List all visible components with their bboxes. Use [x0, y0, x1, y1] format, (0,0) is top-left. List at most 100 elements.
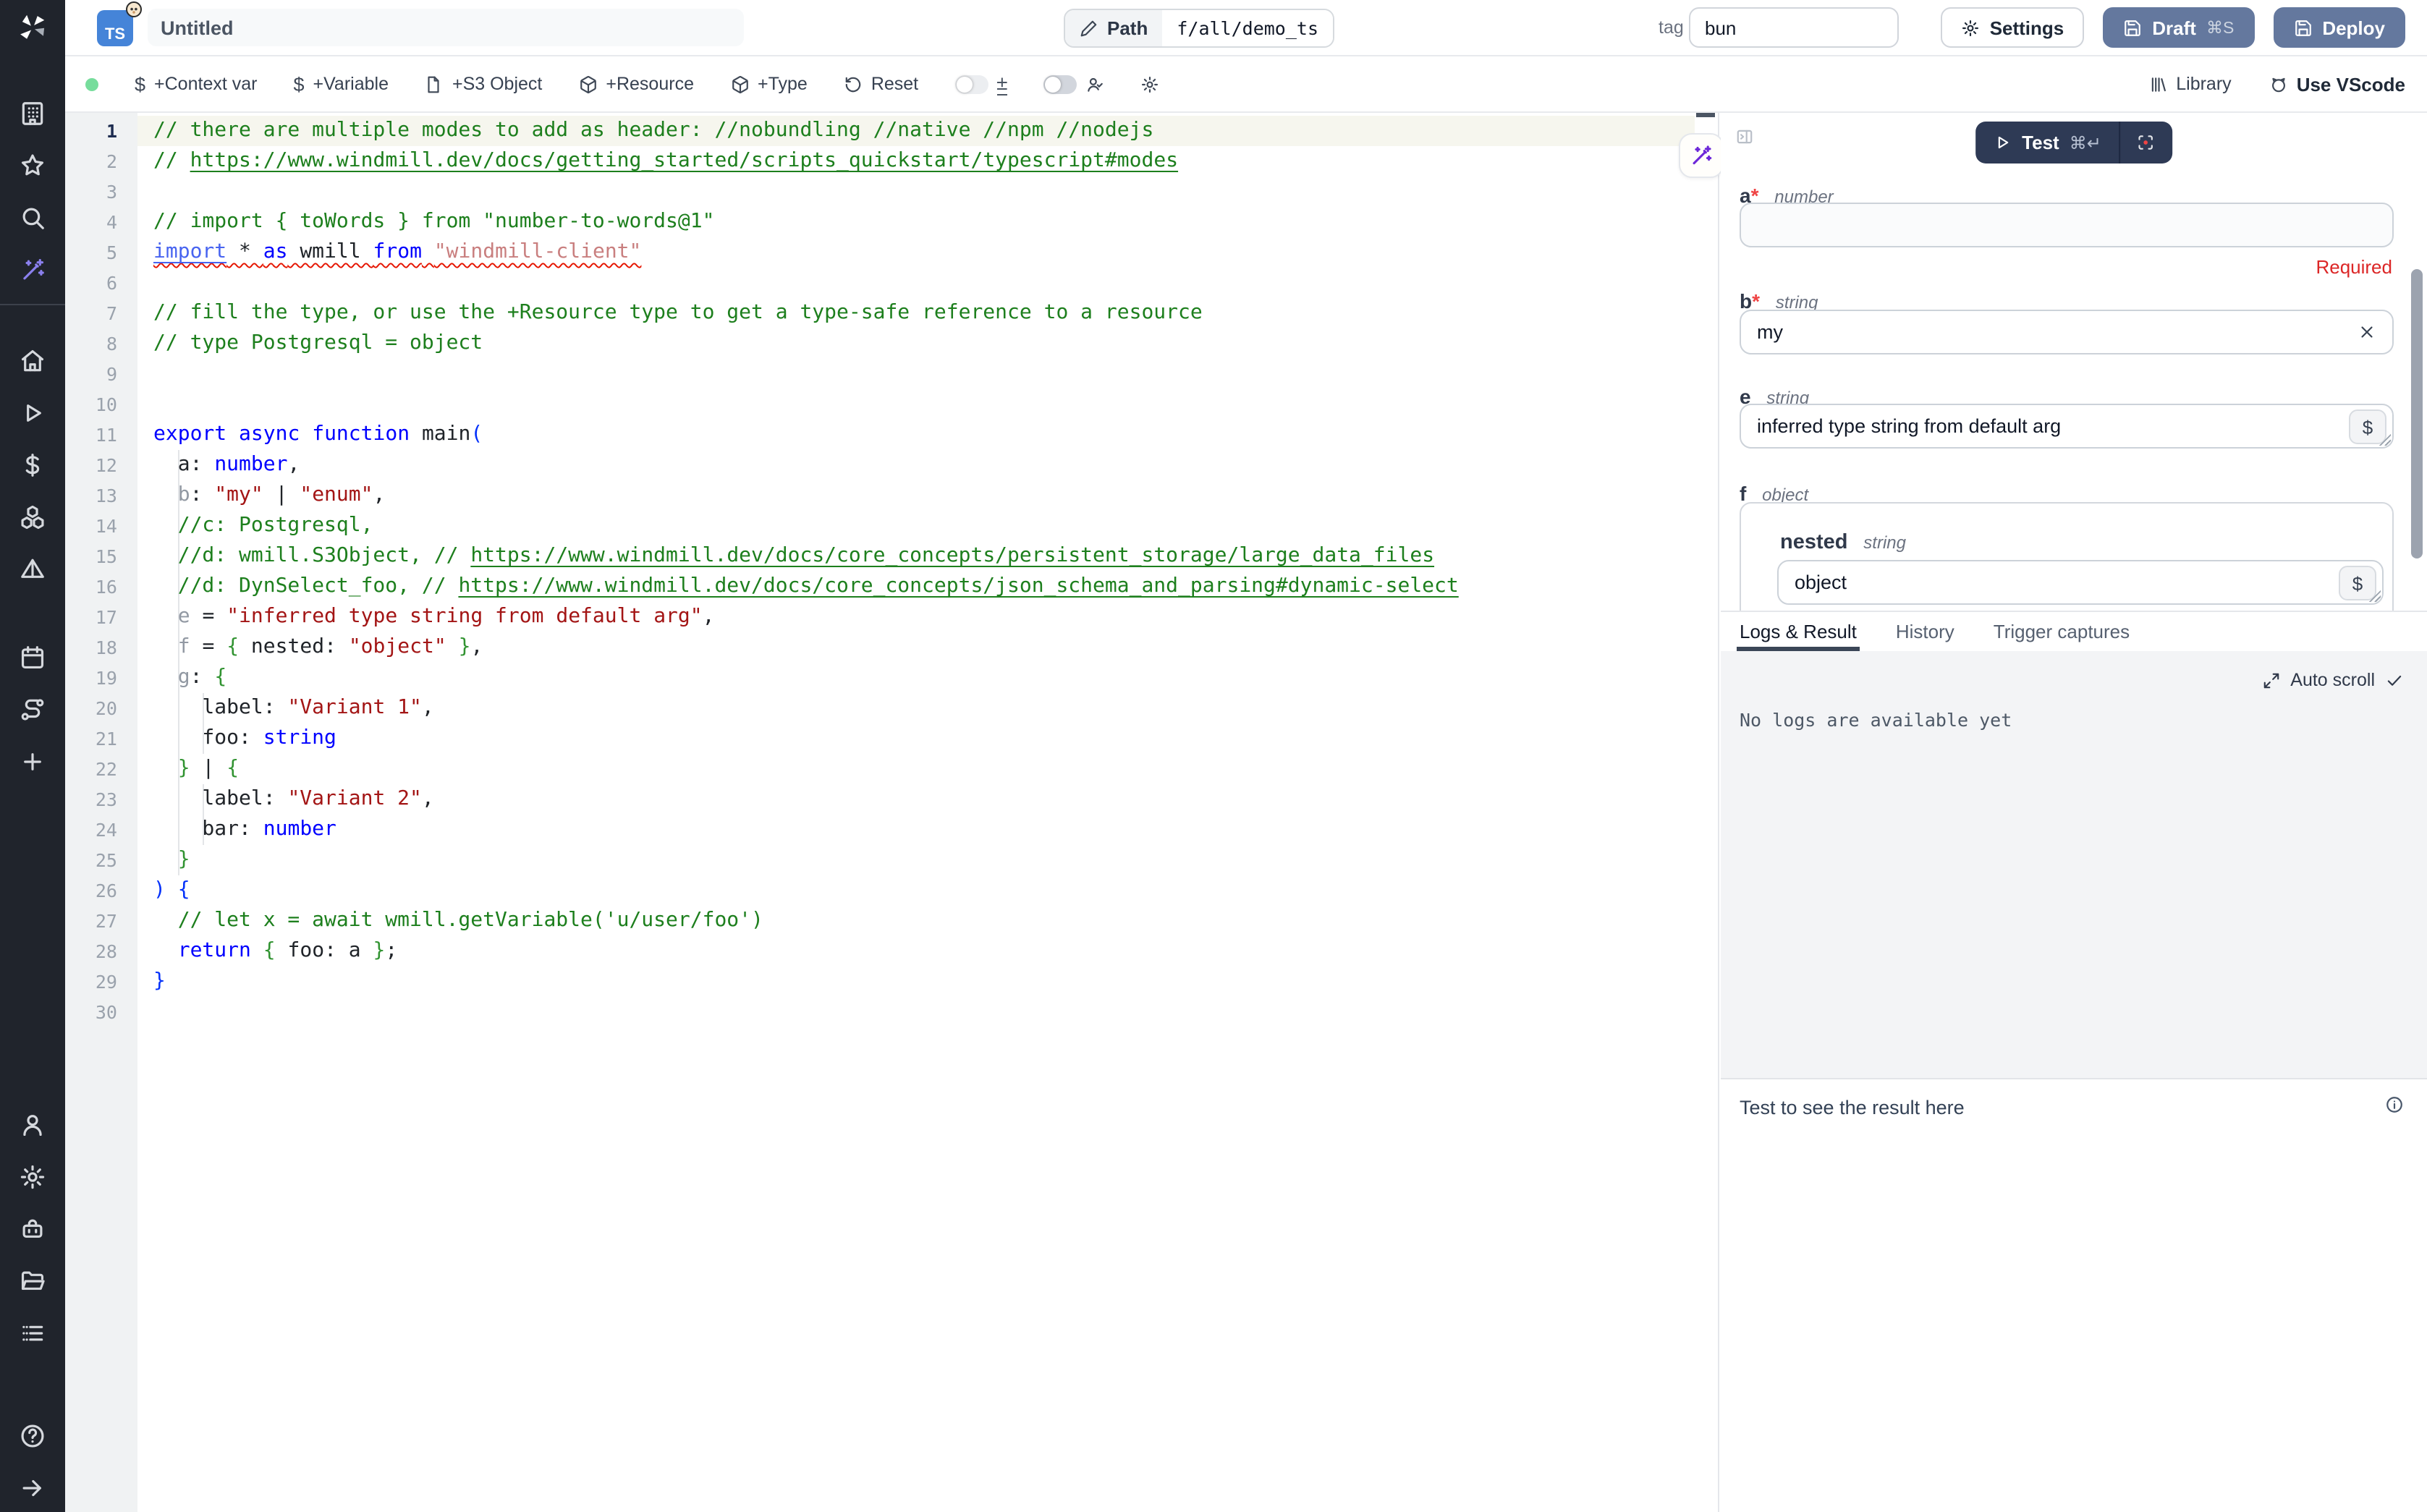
code-line-9[interactable] — [137, 359, 1695, 389]
code-line-17[interactable]: e = "inferred type string from default a… — [137, 602, 1695, 632]
sidebar-item-runs[interactable] — [19, 399, 46, 427]
sidebar-item-apps[interactable] — [19, 556, 46, 583]
diff-mode-toggle[interactable] — [954, 75, 988, 93]
code-line-8[interactable]: // type Postgresql = object — [137, 328, 1695, 359]
ai-assistant-button[interactable] — [1679, 133, 1724, 178]
robot-icon — [19, 1215, 46, 1243]
add-variable-button[interactable]: $ +Variable — [293, 73, 389, 95]
code-line-16[interactable]: //d: DynSelect_foo, // https://www.windm… — [137, 572, 1695, 602]
sidebar-item-folders[interactable] — [19, 1267, 46, 1295]
code-line-21[interactable]: foo: string — [137, 723, 1695, 754]
tab-history[interactable]: History — [1896, 612, 1954, 651]
code-line-4[interactable]: // import { toWords } from "number-to-wo… — [137, 207, 1695, 237]
sidebar-item-account[interactable] — [19, 1111, 46, 1139]
editor-settings-gear-icon[interactable] — [1141, 75, 1160, 93]
test-button-group: Test ⌘↵ — [1975, 122, 2172, 163]
auto-scroll-control[interactable]: Auto scroll — [2261, 670, 2404, 690]
field-e-input[interactable]: $ — [1740, 404, 2394, 449]
field-a-input-control[interactable] — [1757, 214, 2376, 236]
code-line-14[interactable]: //c: Postgresql, — [137, 511, 1695, 541]
field-b-input-control[interactable] — [1757, 321, 2358, 343]
sidebar-item-help[interactable] — [19, 1422, 46, 1450]
path-control[interactable]: Path f/all/demo_ts — [1064, 9, 1334, 48]
add-s3-object-button[interactable]: +S3 Object — [425, 74, 542, 94]
code-line-10[interactable] — [137, 389, 1695, 420]
settings-button[interactable]: Settings — [1941, 7, 2085, 48]
code-line-15[interactable]: //d: wmill.S3Object, // https://www.wind… — [137, 541, 1695, 572]
code-line-19[interactable]: g: { — [137, 663, 1695, 693]
tag-input[interactable] — [1689, 7, 1899, 48]
rotate-ccw-icon — [844, 75, 863, 93]
code-line-25[interactable]: } — [137, 845, 1695, 875]
code-line-23[interactable]: label: "Variant 2", — [137, 784, 1695, 815]
code-line-22[interactable]: } | { — [137, 754, 1695, 784]
code-line-7[interactable]: // fill the type, or use the +Resource t… — [137, 298, 1695, 328]
code-line-11[interactable]: export async function main( — [137, 420, 1695, 450]
field-e-input-control[interactable] — [1757, 415, 2376, 437]
tab-trigger-captures[interactable]: Trigger captures — [1994, 612, 2130, 651]
code-line-6[interactable] — [137, 268, 1695, 298]
resize-handle[interactable] — [2368, 589, 2381, 602]
code-line-29[interactable]: } — [137, 967, 1695, 997]
sidebar-item-workers[interactable] — [19, 1215, 46, 1243]
script-title-input[interactable] — [148, 9, 744, 46]
code-editor[interactable]: 1234567891011121314151617181920212223242… — [65, 113, 1719, 1512]
sidebar-item-triggers[interactable] — [19, 696, 46, 723]
sidebar-item-workspace-settings[interactable] — [19, 1163, 46, 1191]
code-line-12[interactable]: a: number, — [137, 450, 1695, 480]
field-nested-input-control[interactable] — [1795, 572, 2366, 593]
code-line-3[interactable] — [137, 177, 1695, 207]
form-scrollbar[interactable] — [2411, 269, 2423, 558]
code-line-13[interactable]: b: "my" | "enum", — [137, 480, 1695, 511]
code-line-5[interactable]: import * as wmill from "windmill-client" — [137, 237, 1695, 268]
sidebar-item-workspace[interactable] — [19, 100, 46, 127]
code-line-1[interactable]: // there are multiple modes to add as he… — [137, 116, 1695, 146]
path-edit-button[interactable]: Path — [1065, 10, 1162, 46]
capture-run-button[interactable] — [2120, 122, 2172, 163]
sidebar-item-audit-logs[interactable] — [19, 1320, 46, 1347]
add-type-button[interactable]: +Type — [730, 74, 808, 94]
sidebar-item-variables[interactable] — [19, 451, 46, 479]
code-area[interactable]: // there are multiple modes to add as he… — [137, 116, 1695, 1512]
deploy-button[interactable]: Deploy — [2273, 7, 2405, 48]
test-button[interactable]: Test ⌘↵ — [1975, 122, 2119, 163]
sidebar-item-schedules[interactable] — [19, 644, 46, 671]
run-as-user-toggle[interactable] — [1044, 75, 1077, 93]
add-s3-object-label: +S3 Object — [452, 74, 542, 94]
sidebar-item-favorites[interactable] — [19, 152, 46, 179]
star-icon — [19, 152, 46, 179]
code-line-20[interactable]: label: "Variant 1", — [137, 693, 1695, 723]
resize-handle[interactable] — [2378, 433, 2391, 446]
code-line-27[interactable]: // let x = await wmill.getVariable('u/us… — [137, 906, 1695, 936]
code-line-24[interactable]: bar: number — [137, 815, 1695, 845]
code-line-26[interactable]: ) { — [137, 875, 1695, 906]
code-line-18[interactable]: f = { nested: "object" }, — [137, 632, 1695, 663]
reset-button[interactable]: Reset — [844, 74, 918, 94]
sidebar-item-expand-menu[interactable] — [19, 1474, 46, 1502]
code-line-2[interactable]: // https://www.windmill.dev/docs/getting… — [137, 146, 1695, 177]
field-b-input[interactable] — [1740, 310, 2394, 354]
collapse-panel-icon[interactable] — [1735, 127, 1754, 146]
sidebar-item-home[interactable] — [19, 347, 46, 375]
code-line-28[interactable]: return { foo: a }; — [137, 936, 1695, 967]
library-button[interactable]: Library — [2148, 74, 2231, 94]
field-nested-input[interactable]: $ — [1777, 560, 2384, 605]
checkmark-icon — [2385, 671, 2404, 689]
code-line-30[interactable] — [137, 997, 1695, 1027]
use-vscode-button[interactable]: Use VScode — [2269, 73, 2405, 95]
sidebar-item-resources[interactable] — [19, 504, 46, 531]
info-icon[interactable] — [2385, 1095, 2404, 1114]
draft-button[interactable]: Draft ⌘S — [2103, 7, 2254, 48]
expand-logs-icon[interactable] — [2261, 671, 2280, 689]
windmill-logo-icon[interactable] — [16, 12, 49, 45]
nav-sidebar — [0, 0, 65, 1512]
clear-field-icon[interactable] — [2358, 323, 2376, 341]
sidebar-item-search[interactable] — [19, 204, 46, 232]
field-a-input[interactable] — [1740, 203, 2394, 247]
tab-logs-result[interactable]: Logs & Result — [1740, 612, 1857, 651]
sidebar-item-create[interactable] — [19, 748, 46, 776]
add-context-var-button[interactable]: $ +Context var — [135, 73, 257, 95]
add-resource-button[interactable]: +Resource — [578, 74, 694, 94]
editor-scrollbar[interactable] — [1696, 113, 1715, 117]
sidebar-item-ai-assistant[interactable] — [19, 256, 46, 284]
